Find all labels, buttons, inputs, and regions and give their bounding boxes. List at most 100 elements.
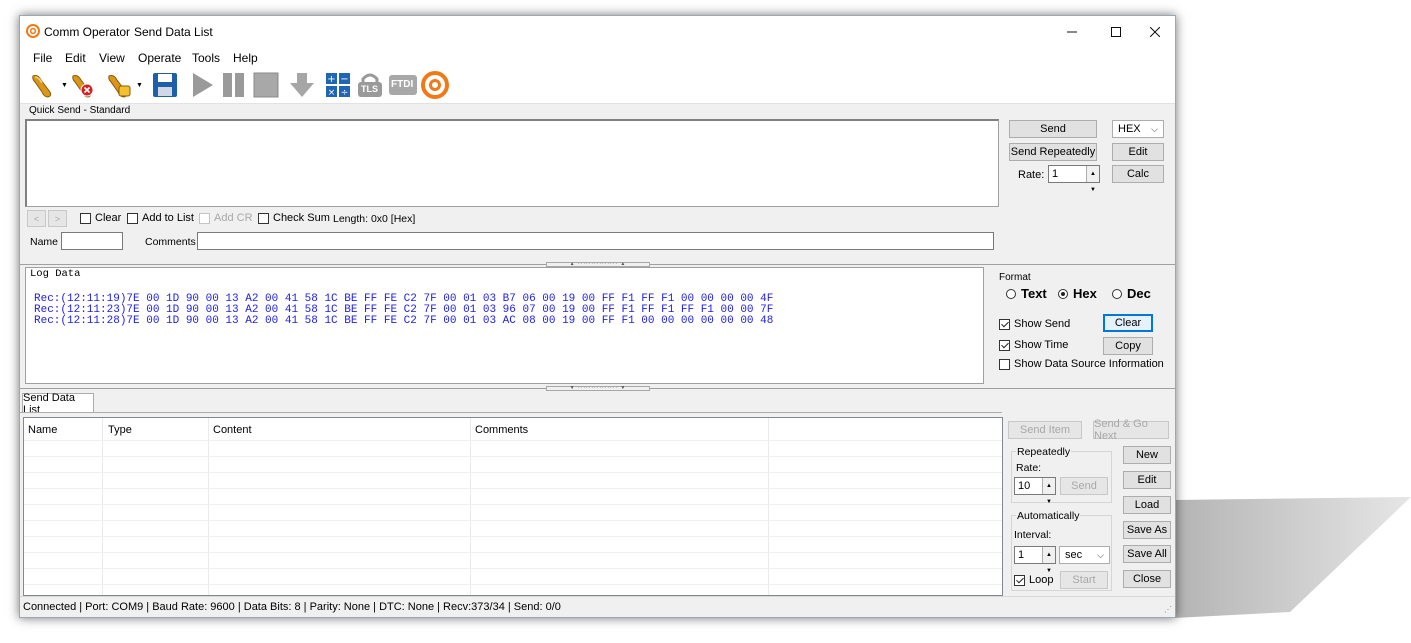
load-button[interactable]: Load [1123, 496, 1171, 514]
menu-tools[interactable]: Tools [192, 51, 220, 65]
resize-grip-icon[interactable]: ⋰ [1164, 605, 1172, 614]
automatically-group-label: Automatically [1016, 510, 1081, 522]
show-data-source-checkbox[interactable]: Show Data Source Information [999, 358, 1164, 370]
chevron-right-icon: > [54, 213, 61, 224]
svg-text:−: − [340, 74, 348, 85]
save-button[interactable] [150, 70, 180, 100]
send-repeatedly-button[interactable]: Send Repeatedly [1009, 143, 1097, 161]
clear-checkbox[interactable]: Clear [80, 212, 121, 224]
column-header-comments[interactable]: Comments [475, 424, 528, 436]
menu-edit[interactable]: Edit [65, 51, 86, 65]
table-row [24, 456, 1002, 457]
length-readout: Length: 0x0 [Hex] [333, 213, 416, 225]
minimize-icon [1067, 31, 1077, 32]
checkbox-box [80, 212, 91, 224]
close-button[interactable]: Close [1123, 570, 1171, 588]
menu-help[interactable]: Help [233, 51, 258, 65]
interval-input[interactable]: 1 ▲ ▼ [1014, 546, 1056, 574]
new-button[interactable]: New [1123, 446, 1171, 464]
format-select[interactable]: HEX ⌵ [1112, 120, 1164, 138]
connect-dropdown-arrow[interactable]: ▼ [61, 82, 68, 89]
disconnect-button[interactable] [68, 70, 98, 100]
tls-button[interactable]: TLS [355, 70, 385, 100]
prev-button[interactable]: < [27, 210, 46, 227]
add-cr-checkbox[interactable]: Add CR [199, 212, 253, 224]
checkbox-box [127, 212, 138, 224]
send-button[interactable]: Send [1009, 120, 1097, 138]
show-time-checkbox[interactable]: Show Time [999, 339, 1068, 351]
send-data-list-table[interactable]: Name Type Content Comments [23, 417, 1003, 596]
add-to-list-checkbox[interactable]: Add to List [127, 212, 194, 224]
app-logo-icon [421, 71, 449, 99]
column-header-type[interactable]: Type [108, 424, 132, 436]
column-header-content[interactable]: Content [213, 424, 252, 436]
splitter-grip-icon[interactable]: ▼ ··············· ▼ [546, 386, 650, 391]
table-row [24, 472, 1002, 473]
maximize-button[interactable] [1094, 16, 1138, 47]
send-and-go-next-button[interactable]: Send & Go Next [1093, 418, 1169, 442]
format-select-value: HEX [1118, 123, 1141, 135]
rate-input[interactable]: 1 ▲ ▼ [1048, 165, 1100, 193]
start-button[interactable]: Start [1060, 571, 1108, 589]
calculator-icon: + − × ÷ [326, 73, 350, 98]
about-button[interactable] [420, 70, 450, 100]
connection-settings-button[interactable] [104, 70, 134, 100]
format-text-radio[interactable]: Text [1006, 286, 1047, 301]
calc-button[interactable]: Calc [1112, 165, 1164, 183]
menu-file[interactable]: File [33, 51, 52, 65]
send-item-button[interactable]: Send Item [1008, 421, 1082, 439]
checkbox-box [258, 212, 269, 224]
rate-spinner[interactable]: ▲ ▼ [1086, 166, 1099, 193]
radio-dot [1058, 288, 1068, 299]
save-as-button[interactable]: Save As [1123, 521, 1171, 539]
checkbox-box [1014, 574, 1025, 586]
table-row [24, 584, 1002, 585]
window-title: Comm Operator [44, 25, 131, 39]
quick-send-input[interactable] [25, 119, 999, 207]
stop-button[interactable] [251, 70, 281, 100]
format-hex-radio[interactable]: Hex [1058, 286, 1097, 301]
next-button[interactable]: > [48, 210, 67, 227]
minimize-button[interactable] [1050, 16, 1094, 47]
clear-log-button[interactable]: Clear [1103, 314, 1153, 332]
table-row [24, 536, 1002, 537]
ftdi-button[interactable]: FTDI [388, 70, 418, 100]
close-window-button[interactable] [1133, 16, 1175, 47]
chevron-down-icon: ⌵ [1097, 550, 1104, 560]
checkbox-box [199, 212, 210, 224]
list-send-button[interactable]: Send [1060, 477, 1108, 495]
log-line: Rec:(12:11:28)7E 00 1D 90 00 13 A2 00 41… [34, 315, 774, 327]
save-all-button[interactable]: Save All [1123, 545, 1171, 563]
interval-label: Interval: [1014, 529, 1052, 541]
list-rate-input[interactable]: 10 ▲ ▼ [1014, 477, 1056, 505]
connect-button[interactable] [28, 70, 58, 100]
interval-spinner[interactable]: ▲ ▼ [1042, 547, 1055, 574]
splitter-bottom[interactable]: ▼ ··············· ▼ [20, 386, 1175, 392]
menu-operate[interactable]: Operate [138, 51, 181, 65]
check-sum-checkbox[interactable]: Check Sum [258, 212, 330, 224]
calculator-button[interactable]: + − × ÷ [323, 70, 353, 100]
chevron-down-icon: ⌵ [1151, 124, 1158, 134]
connect-icon [32, 75, 52, 98]
list-edit-button[interactable]: Edit [1123, 471, 1171, 489]
edit-button[interactable]: Edit [1112, 143, 1164, 161]
list-rate-spinner[interactable]: ▲ ▼ [1042, 478, 1055, 505]
interval-unit-select[interactable]: sec ⌵ [1059, 546, 1110, 564]
pause-button[interactable] [219, 70, 249, 100]
table-row [24, 504, 1002, 505]
disconnect-icon [72, 75, 94, 98]
show-send-checkbox[interactable]: Show Send [999, 318, 1070, 330]
tab-send-data-list[interactable]: Send Data List [22, 392, 94, 416]
menu-view[interactable]: View [99, 51, 125, 65]
log-data-area[interactable]: Rec:(12:11:19)7E 00 1D 90 00 13 A2 00 41… [25, 280, 984, 384]
copy-log-button[interactable]: Copy [1103, 337, 1153, 355]
name-input[interactable] [61, 232, 123, 250]
status-text: Connected | Port: COM9 | Baud Rate: 9600… [23, 601, 561, 613]
download-button[interactable] [287, 70, 317, 100]
comments-input[interactable] [197, 232, 994, 250]
start-button[interactable] [187, 70, 217, 100]
column-header-name[interactable]: Name [28, 424, 57, 436]
loop-checkbox[interactable]: Loop [1014, 574, 1053, 586]
settings-dropdown-arrow[interactable]: ▼ [136, 82, 143, 89]
format-dec-radio[interactable]: Dec [1112, 286, 1151, 301]
